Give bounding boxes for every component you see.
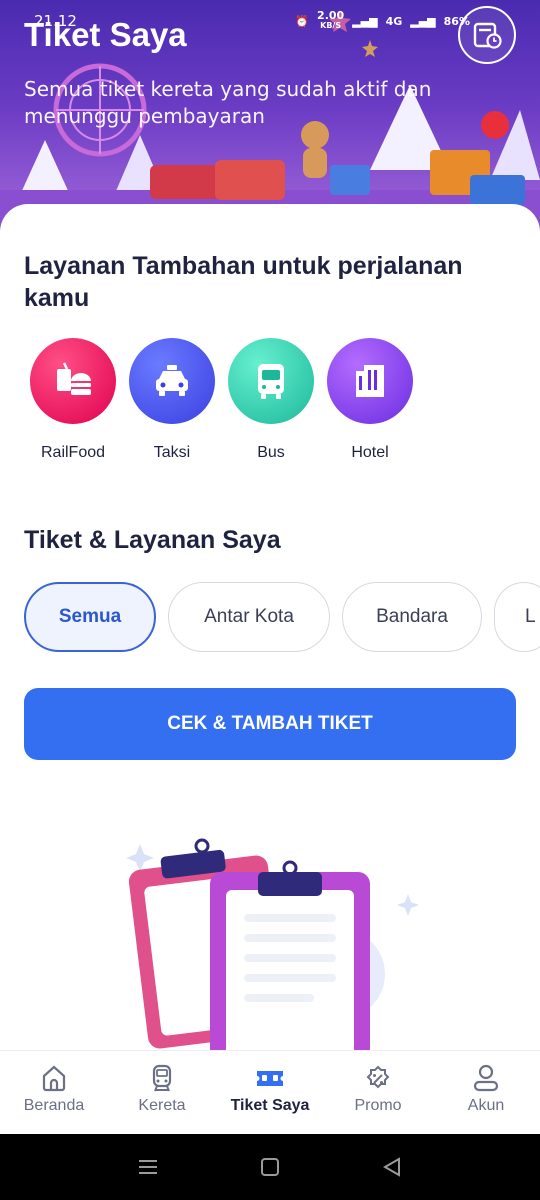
- ticket-history-button[interactable]: [458, 6, 516, 64]
- chip-partial[interactable]: L: [494, 582, 540, 652]
- service-label: Taksi: [153, 444, 191, 461]
- tickets-section-title: Tiket & Layanan Saya: [24, 526, 281, 554]
- speed-value: 2.00: [317, 9, 345, 22]
- service-taksi[interactable]: Taksi: [123, 338, 221, 462]
- hotel-icon: [356, 365, 384, 397]
- service-label: Bus: [257, 444, 285, 461]
- speed-unit: KB/S: [320, 21, 342, 30]
- nav-label: Promo: [354, 1097, 402, 1114]
- chip-bandara[interactable]: Bandara: [342, 582, 482, 652]
- bottom-navigation: Beranda Kereta Tiket Saya Promo Akun: [0, 1050, 540, 1134]
- nav-label: Beranda: [23, 1097, 85, 1114]
- services-list: RailFood Taksi Bus Hotel: [24, 338, 420, 462]
- check-add-ticket-button[interactable]: CEK & TAMBAH TIKET: [24, 688, 516, 760]
- recent-apps-icon[interactable]: [137, 1156, 159, 1178]
- screen: 21.12 ⏰ 2.00 KB/S ▂▄▆ 4G ▂▄▆ 86% Tiket S…: [0, 0, 540, 1200]
- service-icon-wrapper: [30, 338, 116, 424]
- nav-label: Tiket Saya: [230, 1097, 310, 1114]
- page-title: Tiket Saya: [24, 16, 187, 53]
- page-subtitle: Semua tiket kereta yang sudah aktif dan …: [24, 77, 432, 128]
- nav-tiket-saya[interactable]: Tiket Saya: [216, 1051, 324, 1134]
- service-label: Hotel: [351, 444, 389, 461]
- network-speed: 2.00 KB/S: [317, 9, 345, 31]
- service-bus[interactable]: Bus: [222, 338, 320, 462]
- account-icon: [473, 1064, 499, 1092]
- empty-clipboard-illustration: [126, 838, 419, 1062]
- taxi-icon: [156, 365, 188, 396]
- nav-beranda[interactable]: Beranda: [0, 1051, 108, 1134]
- service-label: RailFood: [40, 444, 106, 461]
- signal-icon-2: ▂▄▆: [410, 14, 436, 28]
- food-icon: [57, 362, 91, 395]
- nav-label: Akun: [467, 1097, 505, 1114]
- signal-icon: ▂▄▆: [352, 14, 378, 28]
- back-icon[interactable]: [381, 1156, 403, 1178]
- nav-promo[interactable]: Promo: [324, 1051, 432, 1134]
- home-icon: [42, 1065, 66, 1092]
- services-section-title: Layanan Tambahan untuk perjalanan kamu: [24, 252, 463, 312]
- bus-icon: [258, 364, 284, 399]
- service-icon-wrapper: [129, 338, 215, 424]
- status-indicators: ⏰ 2.00 KB/S ▂▄▆ 4G ▂▄▆ 86%: [295, 9, 470, 31]
- chip-antar-kota[interactable]: Antar Kota: [168, 582, 330, 652]
- ticket-icon: [257, 1071, 283, 1086]
- nav-label: Kereta: [138, 1097, 186, 1114]
- system-navigation-bar: [0, 1134, 540, 1200]
- service-icon-wrapper: [327, 338, 413, 424]
- service-hotel[interactable]: Hotel: [321, 338, 419, 462]
- main-content: Layanan Tambahan untuk perjalanan kamu R…: [0, 204, 540, 1064]
- alarm-icon: ⏰: [295, 14, 310, 28]
- train-icon: [152, 1064, 172, 1092]
- network-type: 4G: [385, 14, 403, 28]
- ticket-history-icon: [473, 22, 502, 49]
- nav-kereta[interactable]: Kereta: [108, 1051, 216, 1134]
- service-icon-wrapper: [228, 338, 314, 424]
- promo-icon: [366, 1065, 390, 1089]
- service-railfood[interactable]: RailFood: [24, 338, 122, 462]
- filter-chips: Semua Antar Kota Bandara L: [24, 582, 540, 652]
- nav-akun[interactable]: Akun: [432, 1051, 540, 1134]
- home-button-icon[interactable]: [259, 1156, 281, 1178]
- chip-semua[interactable]: Semua: [24, 582, 156, 652]
